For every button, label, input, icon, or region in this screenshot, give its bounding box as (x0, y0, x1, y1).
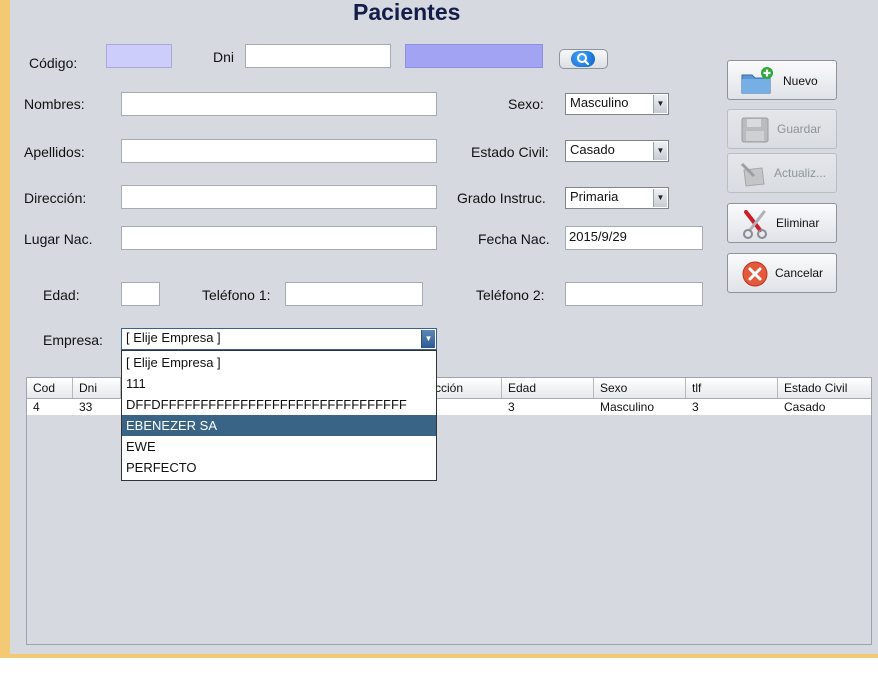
actualizar-label: Actualiz... (774, 166, 827, 180)
telefono1-label: Teléfono 1: (202, 287, 271, 303)
guardar-button[interactable]: Guardar (727, 109, 837, 149)
cell-dni: 33 (79, 400, 93, 414)
column-header-sexo[interactable]: Sexo (594, 378, 686, 398)
codigo-field[interactable] (106, 44, 172, 68)
direccion-field[interactable] (121, 185, 437, 209)
telefono2-field[interactable] (565, 282, 703, 306)
cell-sexo: Masculino (600, 400, 655, 414)
grado-instruccion-label: Grado Instruc. (457, 190, 546, 206)
guardar-label: Guardar (777, 122, 822, 136)
nuevo-label: Nuevo (783, 74, 818, 88)
column-header-tlf[interactable]: tlf (686, 378, 778, 398)
chevron-down-icon: ▼ (653, 189, 667, 207)
sexo-value: Masculino (570, 95, 629, 110)
telefono1-field[interactable] (285, 282, 423, 306)
empresa-option[interactable]: [ Elije Empresa ] (122, 352, 436, 373)
nombres-label: Nombres: (24, 96, 85, 112)
lugar-nac-label: Lugar Nac. (24, 231, 93, 247)
nuevo-button[interactable]: Nuevo (727, 60, 837, 100)
grado-instruccion-value: Primaria (570, 189, 619, 204)
empresa-dropdown-list[interactable]: [ Elije Empresa ] 111 DFFDFFFFFFFFFFFFFF… (121, 350, 437, 481)
search-button[interactable] (559, 49, 608, 69)
page-title: Pacientes (353, 0, 461, 25)
cell-cod: 4 (33, 400, 40, 414)
cell-estado-civil: Casado (784, 400, 826, 414)
empresa-option[interactable]: EWE (122, 436, 436, 457)
edit-icon (740, 160, 770, 188)
cell-tlf: 3 (692, 400, 699, 414)
column-header-dni[interactable]: Dni (73, 378, 121, 398)
column-header-edad[interactable]: Edad (502, 378, 594, 398)
fecha-nac-label: Fecha Nac. (478, 231, 550, 247)
eliminar-button[interactable]: Eliminar (727, 203, 837, 243)
empresa-option[interactable]: 111 (122, 373, 436, 394)
cancelar-button[interactable]: Cancelar (727, 253, 837, 293)
sexo-select[interactable]: Masculino ▼ (565, 93, 669, 115)
actualizar-button[interactable]: Actualiz... (727, 153, 837, 193)
sexo-label: Sexo: (508, 96, 544, 112)
edad-label: Edad: (43, 287, 80, 303)
estado-civil-label: Estado Civil: (471, 144, 549, 160)
eliminar-label: Eliminar (776, 216, 820, 230)
dni-label: Dni (213, 49, 235, 65)
scissors-icon (740, 210, 770, 239)
cancelar-label: Cancelar (775, 266, 824, 280)
empresa-value: [ Elije Empresa ] (126, 330, 221, 345)
column-header-direccion[interactable]: cción (429, 378, 502, 398)
codigo-label: Código: (29, 55, 78, 71)
column-header-estado-civil[interactable]: Estado Civil (778, 378, 871, 398)
cancel-icon (740, 260, 770, 288)
empresa-option-highlighted[interactable]: EBENEZER SA (122, 415, 436, 436)
dni-field[interactable] (245, 44, 391, 68)
fecha-nac-field[interactable]: 2015/9/29 (565, 226, 703, 250)
estado-civil-select[interactable]: Casado ▼ (565, 140, 669, 162)
dni-lookup-field[interactable] (405, 44, 543, 68)
edad-field[interactable] (121, 282, 160, 306)
save-icon (740, 116, 770, 144)
empresa-option[interactable]: PERFECTO (122, 457, 436, 478)
chevron-down-icon: ▼ (653, 142, 667, 160)
nombres-field[interactable] (121, 92, 437, 116)
chevron-down-icon: ▼ (653, 95, 667, 113)
column-header-cod[interactable]: Cod (27, 378, 73, 398)
empresa-option[interactable]: DFFDFFFFFFFFFFFFFFFFFFFFFFFFFFFFFFF (122, 394, 436, 415)
empresa-select[interactable]: [ Elije Empresa ] ▼ (121, 328, 437, 350)
search-icon (571, 51, 595, 67)
grado-instruccion-select[interactable]: Primaria ▼ (565, 187, 669, 209)
apellidos-field[interactable] (121, 139, 437, 163)
cell-edad: 3 (508, 400, 515, 414)
estado-civil-value: Casado (570, 142, 615, 157)
lugar-nac-field[interactable] (121, 226, 437, 250)
telefono2-label: Teléfono 2: (476, 287, 545, 303)
chevron-down-icon: ▼ (421, 330, 435, 348)
apellidos-label: Apellidos: (24, 144, 85, 160)
pacientes-panel: Pacientes Código: Dni Nombres: Sexo: Mas… (10, 0, 878, 654)
direccion-label: Dirección: (24, 190, 87, 206)
new-folder-icon (740, 67, 773, 95)
empresa-label: Empresa: (43, 332, 103, 348)
